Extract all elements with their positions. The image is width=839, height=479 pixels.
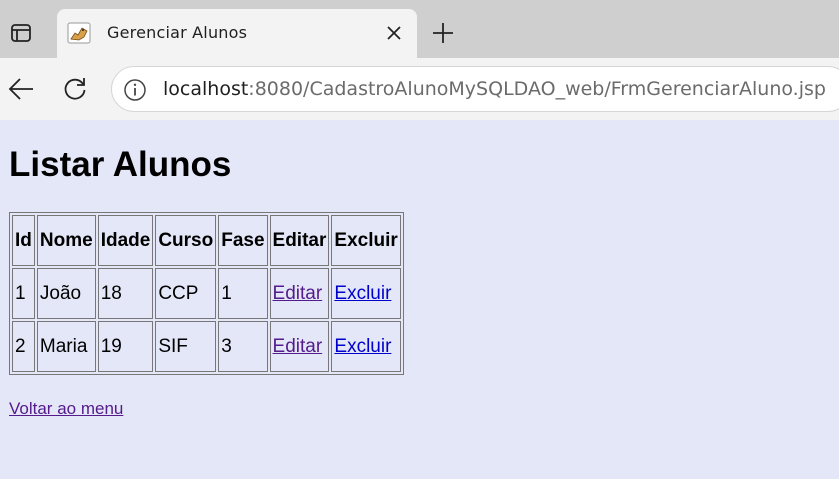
cell-id: 2 xyxy=(12,321,35,372)
url-path: :8080/CadastroAlunoMySQLDAO_web/FrmGeren… xyxy=(248,78,826,100)
edit-link[interactable]: Editar xyxy=(273,336,323,357)
cell-fase: 3 xyxy=(218,321,268,372)
tab-actions-icon[interactable] xyxy=(6,18,36,48)
cell-idade: 18 xyxy=(97,268,154,319)
cell-editar: Editar xyxy=(269,268,330,319)
browser-toolbar: localhost:8080/CadastroAlunoMySQLDAO_web… xyxy=(0,58,839,120)
cell-nome: Maria xyxy=(36,321,96,372)
url-text[interactable]: localhost:8080/CadastroAlunoMySQLDAO_web… xyxy=(163,78,826,100)
edit-link[interactable]: Editar xyxy=(273,283,323,304)
cell-idade: 19 xyxy=(97,321,154,372)
delete-link[interactable]: Excluir xyxy=(334,336,391,357)
page-content: Listar Alunos Id Nome Idade Curso Fase E… xyxy=(0,120,839,479)
cell-curso: CCP xyxy=(155,268,217,319)
tab-title: Gerenciar Alunos xyxy=(107,23,248,42)
header-idade: Idade xyxy=(97,215,154,266)
header-id: Id xyxy=(12,215,35,266)
url-host: localhost xyxy=(163,78,249,100)
new-tab-icon[interactable] xyxy=(429,19,457,47)
students-table: Id Nome Idade Curso Fase Editar Excluir … xyxy=(9,212,404,375)
tab-strip: Gerenciar Alunos xyxy=(0,0,839,58)
cell-editar: Editar xyxy=(269,321,330,372)
cell-id: 1 xyxy=(12,268,35,319)
cell-excluir: Excluir xyxy=(331,321,401,372)
header-excluir: Excluir xyxy=(331,215,401,266)
cell-curso: SIF xyxy=(155,321,217,372)
table-row: 2 Maria 19 SIF 3 Editar Excluir xyxy=(12,321,401,372)
header-nome: Nome xyxy=(36,215,96,266)
reload-icon[interactable] xyxy=(60,74,90,104)
back-to-menu-link[interactable]: Voltar ao menu xyxy=(9,399,123,419)
cell-excluir: Excluir xyxy=(331,268,401,319)
close-icon[interactable] xyxy=(383,22,405,44)
header-editar: Editar xyxy=(269,215,330,266)
address-bar[interactable]: localhost:8080/CadastroAlunoMySQLDAO_web… xyxy=(111,66,839,112)
table-row: 1 João 18 CCP 1 Editar Excluir xyxy=(12,268,401,319)
tomcat-icon xyxy=(67,21,91,45)
cell-fase: 1 xyxy=(218,268,268,319)
header-curso: Curso xyxy=(155,215,217,266)
page-title: Listar Alunos xyxy=(9,145,232,184)
browser-tab[interactable]: Gerenciar Alunos xyxy=(57,9,417,58)
delete-link[interactable]: Excluir xyxy=(334,283,391,304)
header-fase: Fase xyxy=(218,215,268,266)
site-info-icon[interactable] xyxy=(122,77,148,103)
back-arrow-icon[interactable] xyxy=(6,74,36,104)
cell-nome: João xyxy=(36,268,96,319)
table-header-row: Id Nome Idade Curso Fase Editar Excluir xyxy=(12,215,401,266)
